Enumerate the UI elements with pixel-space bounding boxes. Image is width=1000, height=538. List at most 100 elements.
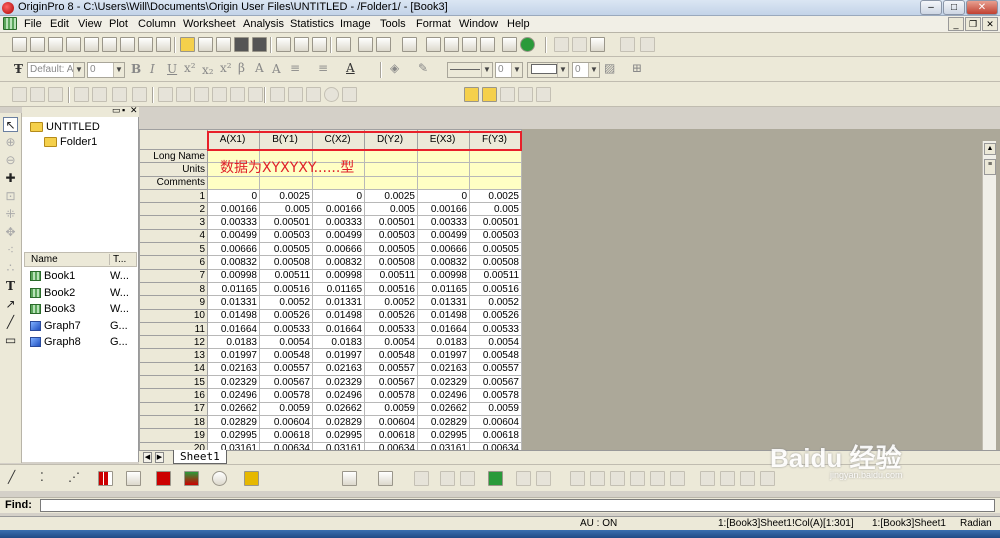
- 3d-scatter-icon[interactable]: [414, 471, 429, 486]
- line-width-combo[interactable]: 0 ▼: [495, 62, 523, 78]
- data-cell[interactable]: 0.00998: [207, 268, 260, 283]
- data-cell[interactable]: 0.0052: [259, 295, 313, 310]
- project-explorer-icon[interactable]: [402, 37, 417, 52]
- row-number[interactable]: 20: [139, 441, 208, 450]
- data-cell[interactable]: 0.03161: [417, 441, 470, 450]
- cut-icon[interactable]: [554, 37, 569, 52]
- row-number[interactable]: 1: [139, 188, 208, 204]
- italic-button[interactable]: I: [150, 62, 155, 76]
- arrow-tool-icon[interactable]: ↗: [3, 297, 18, 312]
- superscript-icon[interactable]: x²: [184, 61, 196, 75]
- data-cell[interactable]: 0: [207, 188, 260, 204]
- workbook-icon[interactable]: [3, 17, 17, 30]
- data-cell[interactable]: 0.00578: [469, 388, 522, 403]
- data-cell[interactable]: 0.00567: [259, 375, 313, 390]
- statistics-icon[interactable]: [306, 87, 321, 102]
- data-cell[interactable]: 0.00634: [469, 441, 522, 450]
- meta-row-label[interactable]: Units: [139, 162, 208, 177]
- data-cell[interactable]: 0.03161: [207, 441, 260, 450]
- clock-icon[interactable]: [324, 87, 339, 102]
- meta-cell[interactable]: [207, 175, 260, 190]
- data-cell[interactable]: 0.0183: [417, 335, 470, 350]
- vertical-scrollbar[interactable]: ▲ ≡: [982, 141, 996, 450]
- supersubscript-icon[interactable]: x²: [220, 61, 232, 75]
- save-template-icon[interactable]: [252, 37, 267, 52]
- pattern-combo[interactable]: ▼: [527, 62, 569, 78]
- data-cell[interactable]: 0.01498: [417, 308, 470, 323]
- new-excel-icon[interactable]: [102, 37, 117, 52]
- data-cell[interactable]: 0.00516: [259, 281, 313, 297]
- data-cell[interactable]: 0.00333: [417, 215, 470, 230]
- data-cell[interactable]: 0.00557: [259, 361, 313, 377]
- open-excel-icon[interactable]: [216, 37, 231, 52]
- chevron-down-icon[interactable]: ▼: [588, 63, 599, 77]
- fill-color-icon[interactable]: ◈: [390, 61, 399, 75]
- data-cell[interactable]: 0.02662: [312, 401, 365, 416]
- box-plot-icon[interactable]: [156, 471, 171, 486]
- sort-icon[interactable]: [288, 87, 303, 102]
- data-cell[interactable]: 0.0059: [364, 401, 418, 416]
- data-cell[interactable]: 0.00508: [364, 255, 418, 270]
- meta-cell[interactable]: [469, 162, 522, 177]
- data-cell[interactable]: 0.00501: [364, 215, 418, 230]
- menu-format[interactable]: Format: [416, 18, 451, 30]
- align-icon[interactable]: ≡: [290, 61, 300, 75]
- data-cell[interactable]: 0.00666: [417, 242, 470, 257]
- menu-column[interactable]: Column: [138, 18, 176, 30]
- data-cell[interactable]: 0.00634: [364, 441, 418, 450]
- data-reader-icon[interactable]: [500, 87, 515, 102]
- data-cell[interactable]: 0.0054: [259, 335, 313, 350]
- object-center-icon[interactable]: [650, 471, 665, 486]
- mask-tool-icon[interactable]: ∴: [3, 261, 18, 276]
- corner-cell[interactable]: [139, 129, 208, 150]
- data-cell[interactable]: 0.01664: [312, 321, 365, 337]
- draw-data-tool-icon[interactable]: ✥: [3, 225, 18, 240]
- data-cell[interactable]: 0.00567: [364, 375, 418, 390]
- close-button[interactable]: ✕: [966, 0, 998, 15]
- object-right-icon[interactable]: [590, 471, 605, 486]
- data-cell[interactable]: 0.00998: [312, 268, 365, 283]
- line-symbol-plot-icon[interactable]: ⋰: [68, 470, 80, 484]
- data-cell[interactable]: 0.00501: [469, 215, 522, 230]
- row-number[interactable]: 18: [139, 414, 208, 430]
- import-single-ascii-icon[interactable]: [276, 37, 291, 52]
- explorer-dock-icon[interactable]: ▪: [122, 105, 125, 115]
- mdi-close-button[interactable]: ✕: [982, 17, 998, 31]
- data-cell[interactable]: 0.02829: [417, 414, 470, 430]
- layer-merge-icon[interactable]: [640, 37, 655, 52]
- data-cell[interactable]: 0.0025: [259, 188, 313, 204]
- import-multiple-ascii-icon[interactable]: [294, 37, 309, 52]
- object-middle-icon[interactable]: [670, 471, 685, 486]
- data-cell[interactable]: 0.02329: [312, 375, 365, 390]
- row-number[interactable]: 11: [139, 321, 208, 337]
- results-log-icon[interactable]: [426, 37, 441, 52]
- decrease-font-icon[interactable]: A: [272, 62, 281, 76]
- data-cell[interactable]: 0.00618: [259, 428, 313, 443]
- data-cell[interactable]: 0.00508: [259, 255, 313, 270]
- maximize-button[interactable]: □: [943, 0, 965, 15]
- tab-next-icon[interactable]: ▶: [155, 452, 164, 463]
- image-plot-icon[interactable]: [516, 471, 531, 486]
- start-icon[interactable]: [520, 37, 535, 52]
- row-number[interactable]: 6: [139, 255, 208, 270]
- data-cell[interactable]: 0.00511: [364, 268, 418, 283]
- mdi-restore-button[interactable]: ❐: [965, 17, 981, 31]
- object-top-icon[interactable]: [610, 471, 625, 486]
- data-cell[interactable]: 0.00548: [259, 348, 313, 363]
- script-window-icon[interactable]: [444, 37, 459, 52]
- data-cell[interactable]: 0.00548: [469, 348, 522, 363]
- menu-view[interactable]: View: [78, 18, 102, 30]
- zoom-out-icon[interactable]: ⊖: [3, 153, 18, 168]
- data-cell[interactable]: 0.00604: [469, 414, 522, 430]
- menu-plot[interactable]: Plot: [109, 18, 128, 30]
- data-cell[interactable]: 0.00166: [207, 202, 260, 217]
- column-plot-icon[interactable]: [98, 471, 113, 486]
- menu-help[interactable]: Help: [507, 18, 530, 30]
- table-icon[interactable]: [270, 87, 285, 102]
- data-cell[interactable]: 0.0052: [469, 295, 522, 310]
- screen-reader-tool-icon[interactable]: ✚: [3, 171, 18, 186]
- group-icon[interactable]: [700, 471, 715, 486]
- data-cell[interactable]: 0.00832: [207, 255, 260, 270]
- new-layout-icon[interactable]: [138, 37, 153, 52]
- data-cell[interactable]: 0.005: [364, 202, 418, 217]
